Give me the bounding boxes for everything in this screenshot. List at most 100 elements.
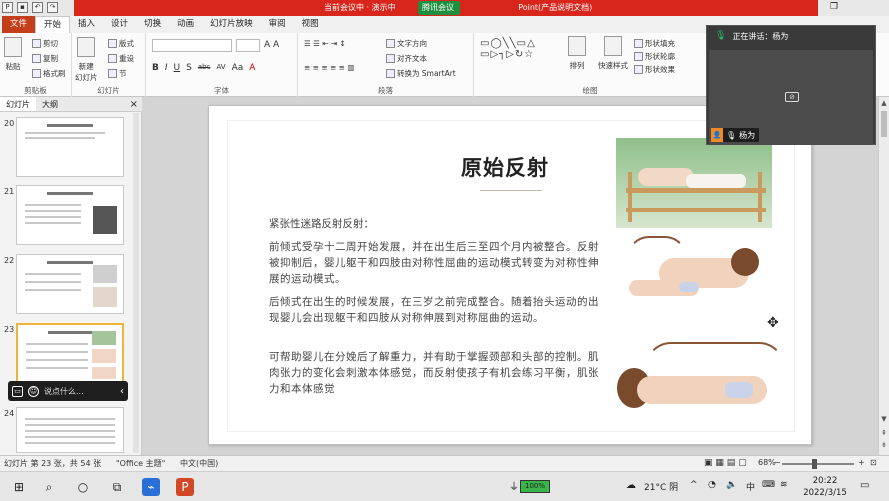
fit-slide-icon[interactable]: ⊡ — [870, 458, 877, 467]
shapes-gallery[interactable]: ▭◯╲╲▭△ ▭▷┐▷↻☆ — [480, 38, 536, 60]
language-indicator[interactable]: 中文(中国) — [180, 458, 218, 469]
shape-outline-button[interactable]: 形状轮廓 — [634, 51, 675, 62]
convert-smartart-button[interactable]: 转换为 SmartArt — [386, 68, 456, 79]
panel-scrollbar[interactable] — [133, 113, 139, 453]
tab-design[interactable]: 设计 — [103, 16, 136, 33]
emoji-icon[interactable]: ☺ — [28, 385, 39, 397]
chat-input[interactable]: 说点什么... — [44, 386, 115, 397]
restore-window-icon[interactable]: ❐ — [830, 2, 838, 12]
align-buttons[interactable]: ≡ ≡ ≡ ≡ ≡ ▥ — [304, 63, 354, 72]
ime-indicator[interactable]: 中 — [746, 480, 755, 493]
tab-slides[interactable]: 幻灯片 — [0, 97, 36, 111]
baby-extension-illustration[interactable] — [609, 342, 789, 422]
previous-slide-icon[interactable]: ⇞ — [880, 429, 888, 437]
tab-slideshow[interactable]: 幻灯片放映 — [202, 16, 261, 33]
next-slide-icon[interactable]: ⇟ — [880, 441, 888, 449]
tab-file[interactable]: 文件 — [2, 16, 36, 33]
slide-thumbnail[interactable] — [16, 185, 124, 245]
thumb-text-line — [25, 216, 81, 218]
thumb-text-line — [26, 359, 88, 361]
meeting-app-badge[interactable]: 腾讯会议 — [418, 1, 460, 15]
weather-text[interactable]: 21°C 阴 — [644, 480, 678, 493]
tab-transitions[interactable]: 切换 — [136, 16, 169, 33]
baby-flexion-illustration[interactable] — [619, 234, 769, 316]
strikethrough-button[interactable]: abc — [198, 63, 211, 73]
slide-paragraph-3[interactable]: 可帮助婴儿在分娩后了解重力，并有助于掌握颈部和头部的控制。肌肉张力的变化会刺激本… — [269, 349, 599, 397]
scroll-thumb[interactable] — [881, 111, 887, 137]
text-direction-button[interactable]: 文字方向 — [386, 38, 427, 49]
bold-button[interactable]: B — [152, 63, 159, 73]
collapse-icon[interactable]: ‹ — [120, 386, 124, 397]
diaper-shape — [679, 282, 699, 292]
change-case-button[interactable]: Aa — [232, 63, 244, 73]
tab-home[interactable]: 开始 — [35, 16, 71, 33]
grow-font-button[interactable]: A A — [264, 40, 279, 50]
zoom-out-icon[interactable]: − — [774, 458, 781, 467]
volume-icon[interactable]: 🔈 — [726, 480, 737, 490]
zoom-slider-thumb[interactable] — [812, 459, 817, 469]
meeting-app-icon[interactable]: ⌁ — [142, 478, 160, 496]
tab-review[interactable]: 审阅 — [261, 16, 294, 33]
zoom-in-icon[interactable]: + — [858, 458, 865, 467]
wifi-icon[interactable]: ≋ — [780, 480, 788, 490]
list-buttons[interactable]: ☰ ☰ ⇤ ⇥ ↕ — [304, 39, 346, 48]
scroll-up-icon[interactable]: ▲ — [880, 99, 888, 107]
zoom-slider[interactable] — [782, 463, 854, 465]
slide-paragraph-2[interactable]: 后倾式在出生的时候发展，在三岁之前完成整合。随着抬头运动的出现婴儿会出现躯干和四… — [269, 294, 599, 326]
cortana-icon[interactable]: ○ — [74, 478, 92, 496]
battery-indicator[interactable]: 100% — [520, 480, 550, 493]
tray-overflow-icon[interactable]: ^ — [690, 480, 698, 490]
shadow-button[interactable]: S — [186, 63, 192, 73]
align-text-button[interactable]: 对齐文本 — [386, 53, 427, 64]
system-clock[interactable]: 20:22 2022/3/15 — [800, 475, 850, 499]
layout-button[interactable]: 版式 — [108, 38, 134, 49]
slide-thumbnail[interactable] — [16, 407, 124, 453]
notification-icon[interactable]: ▭ — [860, 480, 869, 491]
undo-icon[interactable]: ↶ — [32, 2, 43, 13]
windows-start-icon[interactable]: ⊞ — [10, 478, 28, 496]
slide-canvas[interactable]: 原始反射 紧张性迷路反射反射： 前倾式受孕十二周开始发展，并在出生后三至四个月内… — [208, 105, 812, 445]
font-color-button[interactable]: A — [249, 63, 255, 73]
scroll-down-icon[interactable]: ▼ — [880, 415, 888, 423]
slide-thumbnail[interactable] — [16, 117, 124, 177]
tab-outline[interactable]: 大纲 — [36, 97, 64, 111]
powerpoint-app-icon[interactable]: P — [176, 478, 194, 496]
arrange-button[interactable]: 排列 — [568, 36, 586, 71]
quick-styles-button[interactable]: 快速样式 — [598, 36, 628, 71]
network-icon[interactable]: ◔ — [708, 480, 716, 490]
screen-share-icon[interactable]: ▭ — [12, 385, 23, 397]
close-icon[interactable]: × — [130, 97, 138, 112]
new-slide-button[interactable]: 新建 幻灯片 — [75, 37, 98, 83]
section-button[interactable]: 节 — [108, 68, 127, 79]
cut-button[interactable]: 剪切 — [32, 38, 58, 49]
view-buttons[interactable]: ▣ ▦ ▤ ▢ — [704, 458, 747, 468]
reset-button[interactable]: 重设 — [108, 53, 134, 64]
tab-insert[interactable]: 插入 — [70, 16, 103, 33]
shape-effects-button[interactable]: 形状效果 — [634, 64, 675, 75]
slide-subtitle[interactable]: 紧张性迷路反射反射： — [269, 216, 374, 231]
underline-button[interactable]: U — [174, 63, 181, 73]
tab-animations[interactable]: 动画 — [169, 16, 202, 33]
baby-crib-photo[interactable] — [616, 138, 772, 228]
font-name-select[interactable] — [152, 39, 232, 52]
spacing-button[interactable]: AV — [216, 63, 225, 73]
task-view-icon[interactable]: ⧉ — [108, 478, 126, 496]
shape-fill-button[interactable]: 形状填充 — [634, 38, 675, 49]
copy-button[interactable]: 复制 — [32, 53, 58, 64]
redo-icon[interactable]: ↷ — [47, 2, 58, 13]
font-size-select[interactable] — [236, 39, 260, 52]
font-label: 字体 — [214, 86, 229, 95]
slide-paragraph-1[interactable]: 前倾式受孕十二周开始发展，并在出生后三至四个月内被整合。反射被抑制后，婴儿躯干和… — [269, 239, 599, 287]
vertical-scrollbar[interactable]: ▲ ▼ ⇞ ⇟ — [878, 97, 889, 455]
keyboard-icon[interactable]: ⌨ — [762, 480, 775, 490]
slide-title[interactable]: 原始反射 — [461, 152, 549, 182]
slide-thumbnail[interactable] — [16, 254, 124, 314]
format-painter-button[interactable]: 格式刷 — [32, 68, 66, 79]
search-icon[interactable]: ⌕ — [40, 478, 58, 496]
meeting-video-window[interactable]: 🎙 正在讲话：杨为 ⊘ 👤 🎙 杨为 — [706, 25, 876, 145]
slide-thumbnail-selected[interactable] — [16, 323, 124, 383]
italic-button[interactable]: I — [165, 63, 168, 73]
tab-view[interactable]: 视图 — [294, 16, 327, 33]
save-icon[interactable]: ▪ — [17, 2, 28, 13]
paste-button[interactable]: 粘贴 — [4, 37, 22, 72]
